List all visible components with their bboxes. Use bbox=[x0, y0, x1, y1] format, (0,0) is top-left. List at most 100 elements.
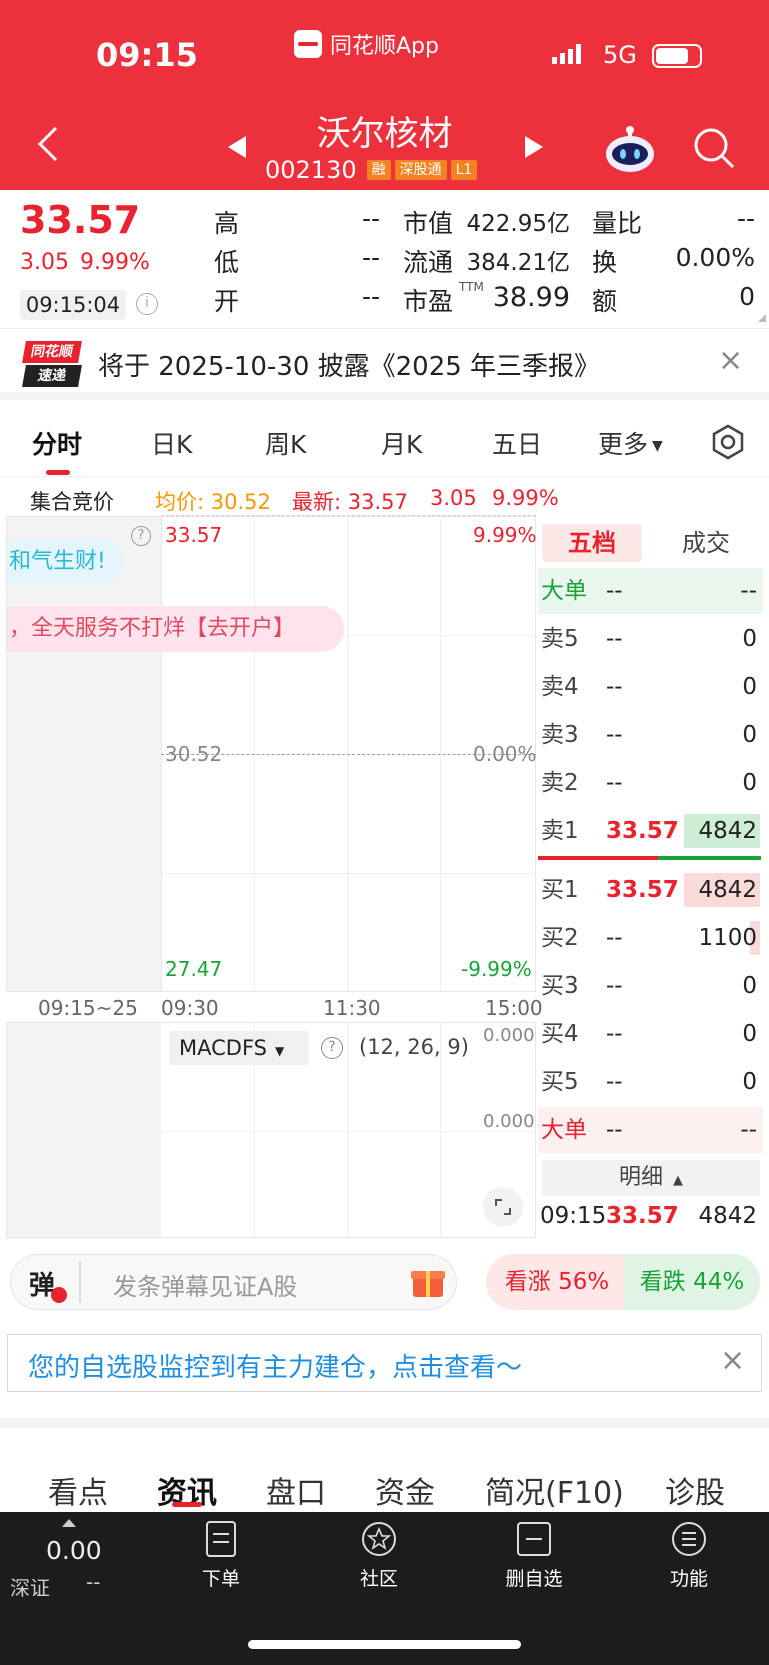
search-icon[interactable] bbox=[692, 126, 736, 174]
nav-order[interactable]: 下单 bbox=[161, 1520, 281, 1591]
tab-trades[interactable]: 成交 bbox=[656, 524, 756, 562]
stock-code-row: 002130 融 深股通 L1 bbox=[265, 156, 478, 184]
x-label-auction: 09:15~25 bbox=[38, 996, 138, 1020]
battery-icon bbox=[652, 44, 702, 68]
index-name[interactable]: 深证 bbox=[10, 1572, 50, 1601]
tab-monthly-k[interactable]: 月K bbox=[381, 425, 422, 461]
sell3-row: 卖3 -- 0 bbox=[541, 722, 757, 748]
volume-ratio-value: -- bbox=[736, 204, 755, 233]
index-up-icon bbox=[62, 1519, 76, 1527]
robot-assistant-icon[interactable] bbox=[604, 124, 656, 178]
tab-five-day[interactable]: 五日 bbox=[492, 425, 542, 461]
alert-close-icon[interactable]: × bbox=[720, 1343, 745, 1378]
chart-mid-pct: 0.00% bbox=[473, 742, 537, 766]
tab-five-levels[interactable]: 五档 bbox=[542, 524, 642, 562]
tag-level: L1 bbox=[450, 160, 478, 180]
nav-functions[interactable]: 功能 bbox=[629, 1520, 749, 1591]
tag-margin: 融 bbox=[366, 160, 391, 180]
macd-mid-value: 0.000 bbox=[483, 1111, 535, 1132]
detail-toggle[interactable]: 明细 ▲ bbox=[542, 1160, 760, 1196]
tab-daily-k[interactable]: 日K bbox=[151, 425, 192, 461]
next-stock-icon[interactable] bbox=[523, 134, 545, 164]
help-icon[interactable]: ? bbox=[131, 526, 151, 546]
macd-panel[interactable]: MACDFS ▼ ? (12, 26, 9) 0.000 0.000 bbox=[6, 1022, 536, 1238]
home-indicator bbox=[248, 1640, 521, 1649]
settings-icon[interactable] bbox=[710, 424, 746, 464]
nav-community[interactable]: 社区 bbox=[319, 1520, 439, 1591]
dropdown-icon: ▼ bbox=[275, 1044, 285, 1058]
sell4-row: 卖4 -- 0 bbox=[541, 674, 757, 700]
tab-intraday[interactable]: 分时 bbox=[32, 425, 82, 461]
danmu-badge-icon bbox=[51, 1287, 67, 1303]
turnover-value: 0.00% bbox=[675, 243, 755, 272]
x-label-close: 15:00 bbox=[485, 996, 543, 1020]
x-label-open: 09:30 bbox=[161, 996, 219, 1020]
alert-banner[interactable]: 您的自选股监控到有主力建仓，点击查看～ × bbox=[7, 1334, 762, 1392]
orderbook-tabs: 五档 成交 bbox=[538, 522, 763, 570]
intraday-chart[interactable]: 33.57 9.99% 30.52 0.00% 27.47 -9.99% ? 和… bbox=[6, 515, 537, 992]
index-value[interactable]: 0.00 bbox=[46, 1536, 102, 1565]
detail-time: 09:15 bbox=[540, 1203, 607, 1229]
info-icon[interactable]: i bbox=[136, 293, 158, 315]
sell5-row: 卖5 -- 0 bbox=[541, 626, 757, 652]
amount-value: 0 bbox=[739, 282, 755, 311]
tab-capital[interactable]: 资金 bbox=[375, 1468, 435, 1512]
auction-area bbox=[7, 517, 161, 991]
chart-top-pct: 9.99% bbox=[473, 523, 537, 547]
volume-ratio-label: 量比 bbox=[592, 209, 643, 238]
turnover-label: 换 bbox=[592, 248, 618, 277]
tab-f10[interactable]: 简况(F10) bbox=[485, 1468, 624, 1512]
detail-price: 33.57 bbox=[606, 1203, 679, 1229]
fullscreen-icon[interactable] bbox=[483, 1187, 523, 1227]
big-order-sell-row: 大单 -- -- bbox=[538, 568, 763, 614]
quote-time: 09:15:04 bbox=[20, 290, 126, 320]
macd-selector[interactable]: MACDFS ▼ bbox=[169, 1031, 309, 1065]
gift-icon[interactable] bbox=[411, 1265, 445, 1299]
macd-params: (12, 26, 9) bbox=[359, 1035, 469, 1059]
float-cap-label: 流通 bbox=[403, 248, 454, 277]
tab-diagnosis[interactable]: 诊股 bbox=[665, 1468, 725, 1512]
nav-remove-watchlist[interactable]: 删自选 bbox=[474, 1520, 594, 1591]
macd-top-value: 0.000 bbox=[483, 1025, 535, 1046]
bottom-tab-indicator bbox=[172, 1502, 202, 1507]
sell1-row: 卖1 33.57 4842 bbox=[538, 808, 763, 854]
caret-up-icon: ▲ bbox=[673, 1173, 683, 1188]
high-value: -- bbox=[361, 204, 380, 233]
community-icon bbox=[362, 1522, 396, 1556]
tab-more[interactable]: 更多 ▼ bbox=[598, 425, 663, 461]
current-price: 33.57 bbox=[20, 198, 141, 242]
market-cap-value: 422.95亿 bbox=[466, 211, 570, 237]
open-label: 开 bbox=[214, 287, 240, 316]
header: 09:15 同花顺App 5G 沃尔核材 002130 融 深股通 L1 bbox=[0, 0, 769, 190]
expand-corner-icon[interactable] bbox=[758, 314, 766, 322]
danmu-bubble-1: 和气生财! bbox=[7, 539, 124, 585]
macd-help-icon[interactable]: ? bbox=[321, 1037, 343, 1059]
menu-icon bbox=[672, 1522, 706, 1556]
low-label: 低 bbox=[214, 248, 240, 277]
remove-icon bbox=[517, 1522, 551, 1556]
danmu-input[interactable]: 弹 发条弹幕见证A股 bbox=[10, 1254, 457, 1310]
buy1-row: 买1 33.57 4842 bbox=[538, 867, 763, 913]
auction-latest: 最新: 33.57 bbox=[292, 490, 408, 514]
chart-top-price: 33.57 bbox=[165, 523, 223, 547]
alert-text: 您的自选股监控到有主力建仓，点击查看～ bbox=[28, 1353, 523, 1383]
buy3-row: 买3 -- 0 bbox=[541, 973, 757, 999]
pe-value: 38.99 bbox=[492, 282, 570, 313]
sell2-row: 卖2 -- 0 bbox=[541, 770, 757, 796]
app-icon bbox=[294, 30, 322, 58]
open-value: -- bbox=[361, 282, 380, 311]
news-close-icon[interactable]: × bbox=[718, 343, 743, 378]
news-banner[interactable]: 同花顺 速递 将于 2025-10-30 披露《2025 年三季报》 × bbox=[0, 328, 769, 400]
float-cap-value: 384.21亿 bbox=[466, 250, 570, 276]
big-order-buy-row: 大单 -- -- bbox=[538, 1107, 763, 1153]
buy2-row: 买2 -- 1100 bbox=[538, 915, 763, 961]
tab-weekly-k[interactable]: 周K bbox=[265, 425, 306, 461]
tab-order-book[interactable]: 盘口 bbox=[266, 1468, 326, 1512]
vote-down-button[interactable]: 看跌 44% bbox=[624, 1254, 760, 1310]
chart-bottom-price: 27.47 bbox=[165, 957, 223, 981]
status-time: 09:15 bbox=[96, 36, 198, 74]
vote-up-button[interactable]: 看涨 56% bbox=[486, 1254, 628, 1310]
dropdown-icon: ▼ bbox=[652, 438, 663, 454]
auction-avg: 均价: 30.52 bbox=[155, 490, 271, 514]
tab-highlights[interactable]: 看点 bbox=[48, 1468, 108, 1512]
